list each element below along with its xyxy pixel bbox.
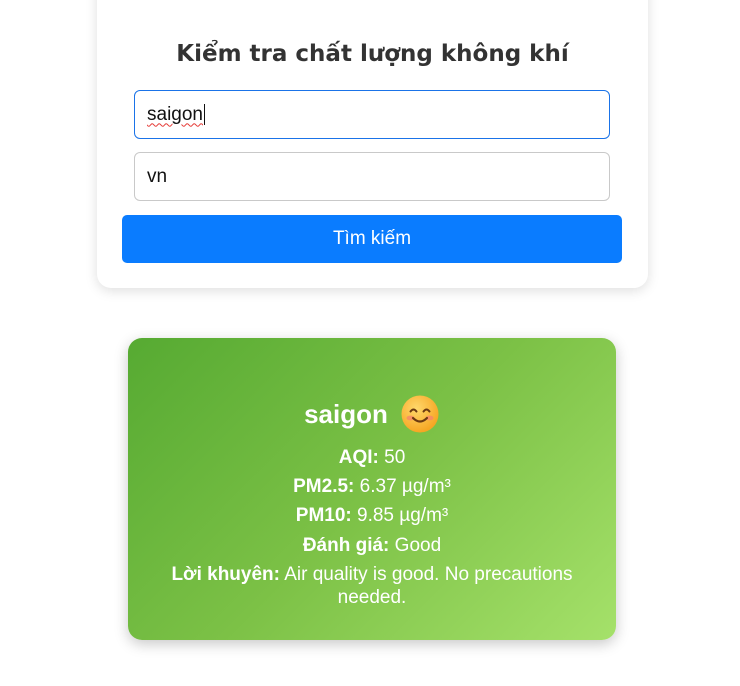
city-input-value: saigon <box>147 103 203 125</box>
rating-value: Good <box>394 535 442 556</box>
page-title: Kiểm tra chất lượng không khí <box>176 41 569 67</box>
aqi-label: AQI: <box>338 447 379 468</box>
pm10-label: PM10: <box>295 505 352 526</box>
city-input[interactable]: saigon <box>134 90 610 139</box>
page: Kiểm tra chất lượng không khí saigon vn … <box>0 0 740 686</box>
pm10-value: 9.85 µg/m³ <box>357 505 449 526</box>
search-card: Kiểm tra chất lượng không khí saigon vn … <box>97 0 648 288</box>
country-input-value: vn <box>147 165 168 187</box>
pm25-label: PM2.5: <box>293 476 355 497</box>
advice-label: Lời khuyên: <box>171 564 280 585</box>
aqi-row: AQI: 50 <box>148 446 596 469</box>
pm10-row: PM10: 9.85 µg/m³ <box>148 504 596 527</box>
pm25-value: 6.37 µg/m³ <box>359 476 451 497</box>
country-input[interactable]: vn <box>134 152 610 201</box>
rating-row: Đánh giá: Good <box>148 534 596 557</box>
rating-label: Đánh giá: <box>302 535 390 556</box>
smiling-face-icon <box>401 395 439 433</box>
air-quality-result-card: saigon AQI: 50 PM2.5: 6.37 µg/m³ PM10: 9… <box>128 338 616 640</box>
aqi-value: 50 <box>384 447 406 468</box>
search-button[interactable]: Tìm kiếm <box>122 215 622 263</box>
result-heading: saigon <box>128 394 616 434</box>
result-city-name: saigon <box>304 398 388 429</box>
pm25-row: PM2.5: 6.37 µg/m³ <box>148 475 596 498</box>
advice-row: Lời khuyên: Air quality is good. No prec… <box>148 563 596 609</box>
advice-value: Air quality is good. No precautions need… <box>284 564 573 608</box>
text-cursor <box>204 104 205 125</box>
